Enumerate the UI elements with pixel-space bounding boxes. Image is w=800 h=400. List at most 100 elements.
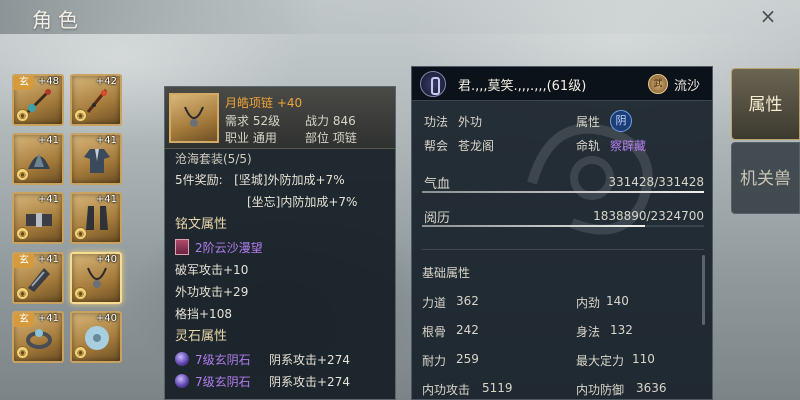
equip-slot-bracer[interactable]: 玄 +41 ◉ <box>12 252 64 304</box>
gem-name: 7级玄阴石 <box>195 353 251 367</box>
require-value: 52级 <box>252 114 281 128</box>
destiny-label: 命轨 <box>576 139 601 153</box>
gem-name: 7级玄阴石 <box>195 375 251 389</box>
stat-value: 3636 <box>636 381 667 395</box>
bound-icon: ◉ <box>74 227 87 240</box>
equip-slot-belt[interactable]: +41 ◉ <box>12 192 64 244</box>
stats-scrollbar[interactable] <box>702 255 705 325</box>
enhance-level: +41 <box>37 313 59 324</box>
stat-label: 根骨 <box>422 325 447 339</box>
class-value: 通用 <box>252 131 277 145</box>
class-label: 职业 <box>225 131 250 145</box>
gem-icon <box>175 374 189 388</box>
skill-label: 功法 <box>424 115 449 129</box>
enhance-level: +41 <box>37 194 59 205</box>
equip-slot-weapon-brush[interactable]: +42 ◉ <box>70 74 122 126</box>
gem-row: 7级玄阴石 阴系攻击+274 <box>175 349 395 371</box>
equip-slot-robe[interactable]: +41 <box>70 133 122 185</box>
hp-bar <box>422 191 704 193</box>
gem-stat: 阴系攻击+274 <box>269 353 350 367</box>
tooltip-header: 月皓项链 +40 需求 52级 战力 846 职业 通用 部位 项链 <box>165 87 395 149</box>
equip-slot-ring[interactable]: 玄 +41 ◉ <box>12 311 64 363</box>
bound-icon: ◉ <box>74 346 87 359</box>
gem-icon <box>175 352 189 366</box>
guild-value: 苍龙阁 <box>458 139 495 153</box>
boots-icon <box>86 206 108 230</box>
hp-value: 331428/331428 <box>608 175 704 189</box>
bound-icon: ◉ <box>16 109 29 122</box>
stat-value: 132 <box>610 323 633 337</box>
tab-attributes[interactable]: 属性 <box>731 68 800 140</box>
jade-pendant-icon <box>85 326 109 350</box>
robe-icon <box>84 149 110 173</box>
set-bonus-label: 5件奖励: <box>175 173 223 187</box>
stat-value: 362 <box>456 294 479 308</box>
item-enhance: +40 <box>276 96 303 110</box>
exp-label: 阅历 <box>424 211 451 226</box>
bound-icon: ◉ <box>16 168 29 181</box>
gem-stat: 阴系攻击+274 <box>269 375 350 389</box>
set-bonus-row-1: 5件奖励: [坚城]外防加成+7% <box>175 169 395 191</box>
enhance-level: +41 <box>37 135 59 146</box>
attr-label: 属性 <box>576 115 601 129</box>
bound-icon: ◉ <box>16 227 29 240</box>
character-name: 君.,,,莫笑.,,,.,,,(61级) <box>458 79 587 94</box>
tooltip-body: 沧海套装(5/5) 5件奖励: [坚城]外防加成+7% [坐忘]内防加成+7% … <box>165 149 395 393</box>
stat-value: 140 <box>606 294 629 308</box>
bound-icon: ◉ <box>74 287 87 300</box>
set-bonus-1: [坚城]外防加成+7% <box>234 173 345 187</box>
stat-label: 力道 <box>422 296 447 310</box>
enhance-level: +41 <box>37 254 59 265</box>
exp-value: 1838890/2324700 <box>593 209 704 223</box>
inscription-stat: 破军攻击+10 <box>175 263 249 277</box>
stat-label: 内劲 <box>576 296 601 310</box>
inscription-icon <box>175 239 189 255</box>
slot-label: 部位 <box>305 131 330 145</box>
inscription-name: 2阶云沙漫望 <box>195 241 263 255</box>
helmet-icon <box>28 153 50 169</box>
enhance-level: +42 <box>95 76 117 87</box>
hp-label: 气血 <box>424 177 451 192</box>
slot-value: 项链 <box>332 131 357 145</box>
window-title: 角色 <box>32 8 84 32</box>
enhance-level: +41 <box>95 135 117 146</box>
enhance-level: +40 <box>95 254 117 265</box>
equip-slot-boots[interactable]: +41 ◉ <box>70 192 122 244</box>
necklace-icon <box>87 267 107 288</box>
stat-value: 242 <box>456 323 479 337</box>
bound-icon: ◉ <box>16 287 29 300</box>
gem-title: 灵石属性 <box>175 329 228 344</box>
stat-value: 5119 <box>482 381 513 395</box>
sect-badge-icon: 武 <box>648 74 668 94</box>
guild-label: 帮会 <box>424 139 449 153</box>
inscription-stat: 外功攻击+29 <box>175 285 249 299</box>
inscription-stat: 格挡+108 <box>175 307 232 321</box>
inscription-title: 铭文属性 <box>175 217 228 232</box>
skill-value: 外功 <box>458 115 483 129</box>
necklace-icon <box>184 106 204 127</box>
brush-icon <box>86 89 108 113</box>
character-info-panel: 君.,,,莫笑.,,,.,,,(61级) 武 流沙 功法 外功 属性 阴 帮会 … <box>411 66 713 400</box>
exp-bar <box>422 225 704 227</box>
stat-value: 110 <box>632 352 655 366</box>
item-name-text: 月皓项链 <box>225 96 274 110</box>
equip-slot-jade-pendant[interactable]: +40 ◉ <box>70 311 122 363</box>
destiny-value: 察辟藏 <box>610 139 647 153</box>
equip-slot-necklace[interactable]: +40 ◉ <box>70 252 122 304</box>
bracer-icon <box>28 268 50 292</box>
require-label: 需求 <box>225 114 250 128</box>
set-bonus-2: [坐忘]内防加成+7% <box>247 195 358 209</box>
equip-slot-helmet[interactable]: +41 ◉ <box>12 133 64 185</box>
character-header: 君.,,,莫笑.,,,.,,,(61级) 武 流沙 <box>412 67 712 101</box>
close-button[interactable]: × <box>756 4 780 28</box>
item-tooltip: 月皓项链 +40 需求 52级 战力 846 职业 通用 部位 项链 沧海套装(… <box>164 86 396 400</box>
stat-label: 身法 <box>576 325 601 339</box>
base-stats-title: 基础属性 <box>422 266 471 280</box>
tooltip-item-icon <box>169 93 219 143</box>
tab-mechanical-beast[interactable]: 机关兽 <box>731 142 800 214</box>
power-value: 846 <box>332 114 356 128</box>
equip-slot-weapon-staff[interactable]: 玄 +48 ◉ <box>12 74 64 126</box>
power-label: 战力 <box>305 114 330 128</box>
staff-icon <box>26 88 52 114</box>
title-bar <box>0 0 800 34</box>
